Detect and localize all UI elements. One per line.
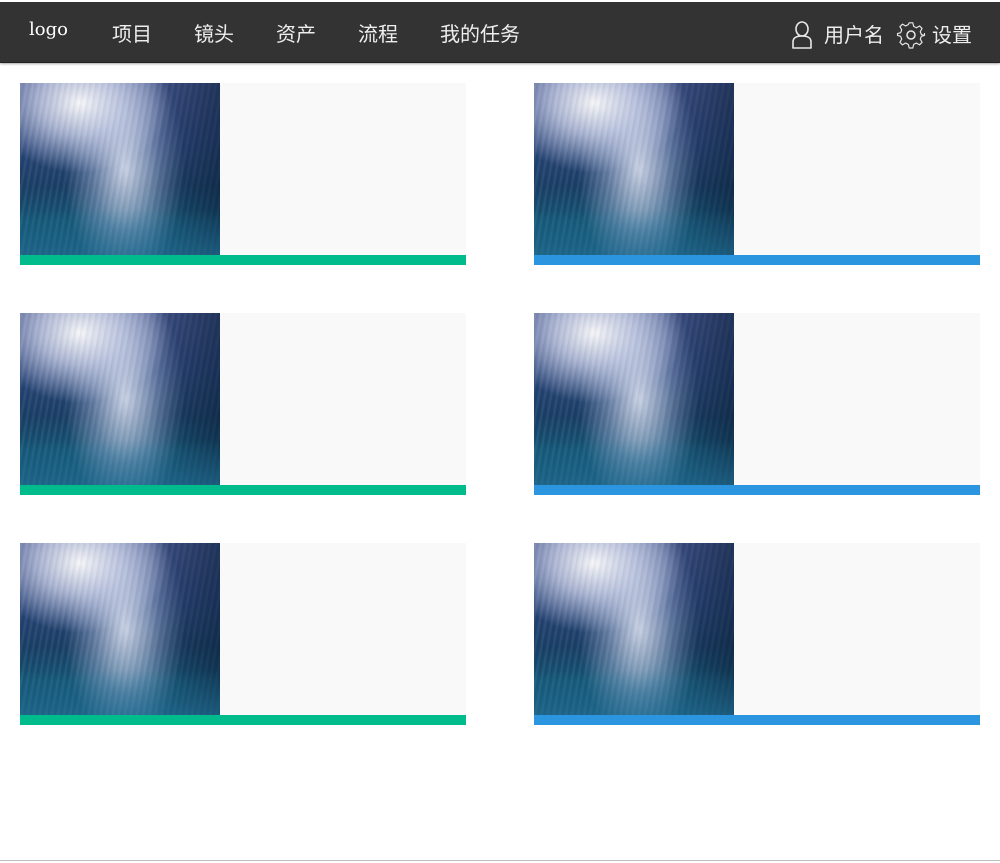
nav-item-my-tasks[interactable]: 我的任务 [440,21,520,47]
card-status-bar [20,715,466,725]
item-card[interactable] [20,83,466,265]
username-label: 用户名 [824,23,884,47]
item-card[interactable] [20,313,466,495]
top-navigation-bar: logo 项目 镜头 资产 流程 我的任务 用户名 设置 [0,0,1000,63]
logo[interactable]: logo [29,19,68,41]
item-card[interactable] [534,543,980,725]
nav-item-projects[interactable]: 项目 [112,21,152,47]
card-thumbnail [534,543,734,715]
page-bottom-divider [0,860,1000,861]
nav-item-shots[interactable]: 镜头 [194,21,234,47]
item-card[interactable] [534,313,980,495]
gear-icon [896,20,926,50]
nav-item-assets[interactable]: 资产 [276,21,316,47]
card-thumbnail [20,83,220,255]
card-status-bar [534,255,980,265]
settings-menu[interactable]: 设置 [896,20,972,50]
card-thumbnail [534,313,734,485]
card-thumbnail [20,313,220,485]
card-status-bar [534,485,980,495]
user-menu[interactable]: 用户名 [788,20,884,50]
user-icon [788,20,816,50]
item-card[interactable] [20,543,466,725]
main-nav: 项目 镜头 资产 流程 我的任务 [112,21,562,47]
card-thumbnail [534,83,734,255]
card-status-bar [534,715,980,725]
settings-label: 设置 [932,23,972,47]
card-status-bar [20,255,466,265]
card-status-bar [20,485,466,495]
nav-item-pipeline[interactable]: 流程 [358,21,398,47]
header-right: 用户名 设置 [788,20,972,50]
card-thumbnail [20,543,220,715]
item-card[interactable] [534,83,980,265]
card-grid [20,83,980,725]
